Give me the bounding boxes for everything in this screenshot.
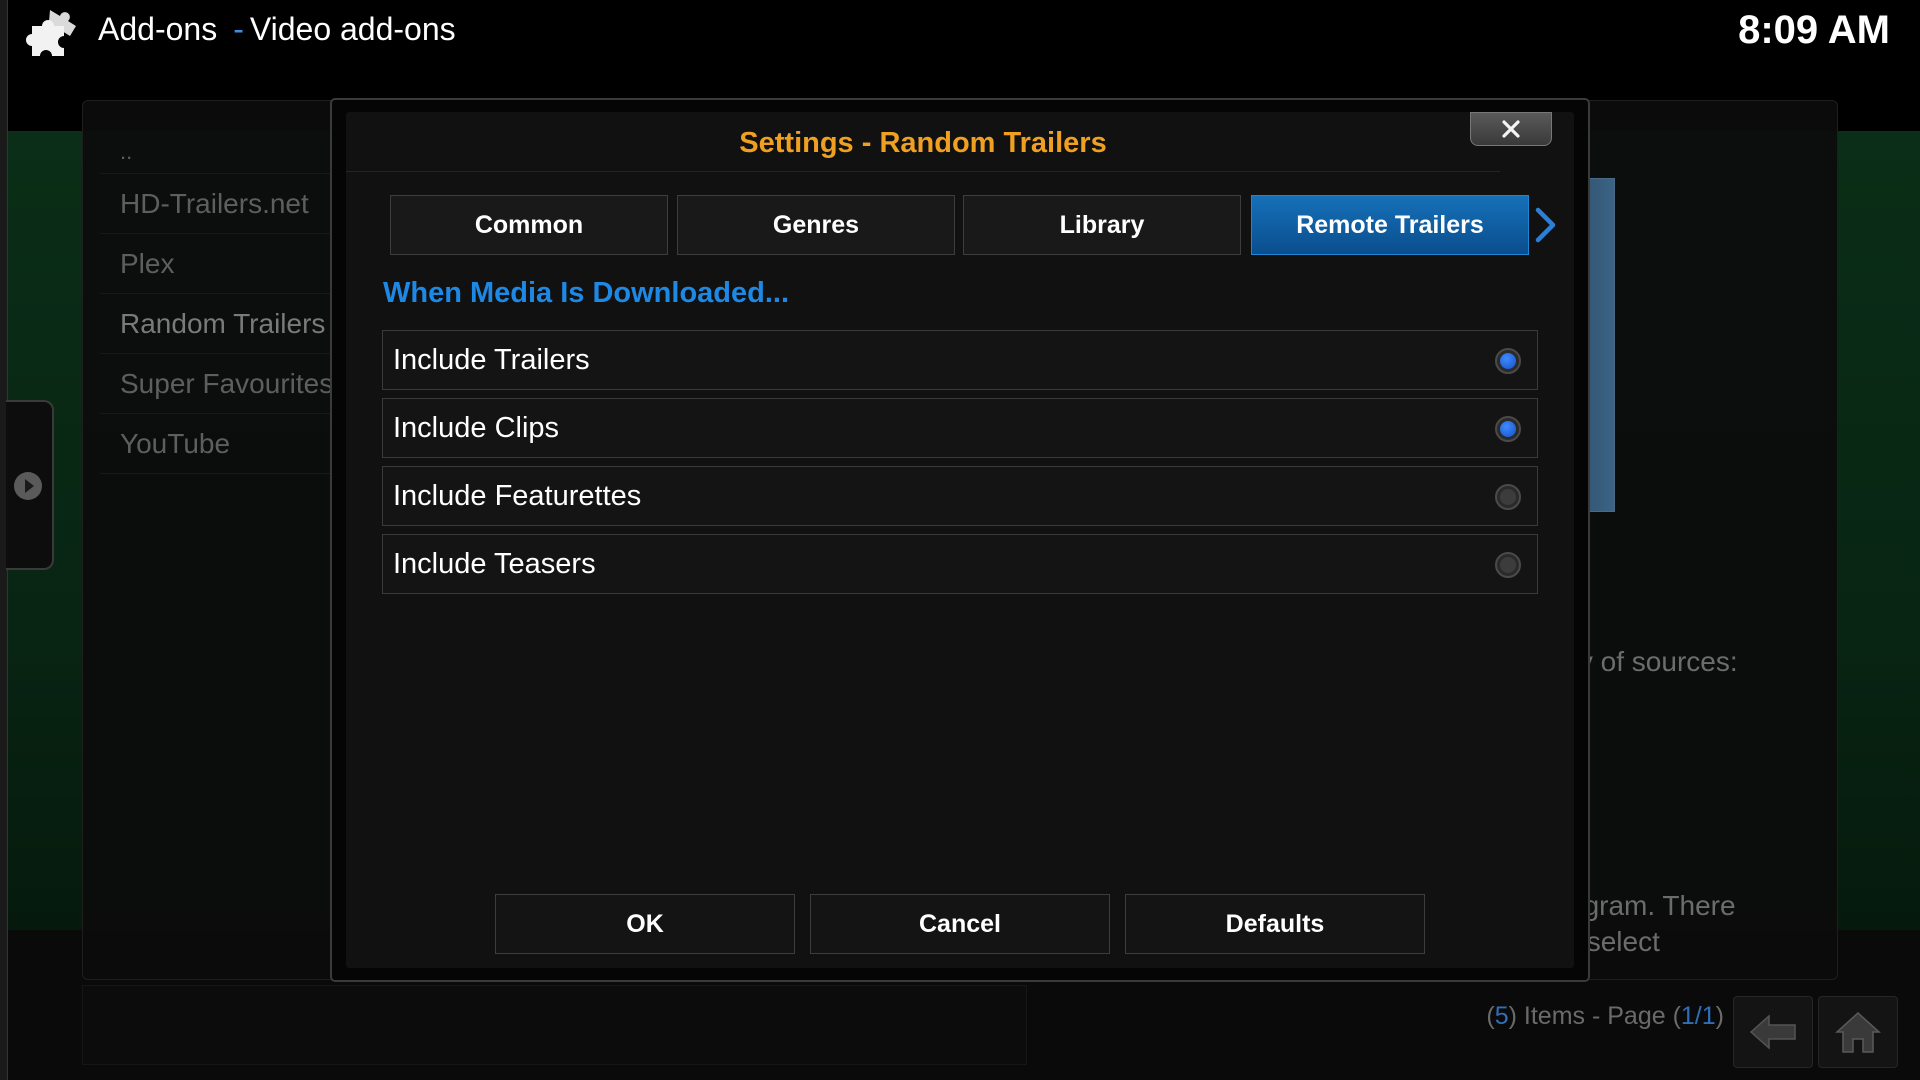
items-count: (5) Items - Page (1/1) [1486, 1002, 1724, 1031]
tab-remote-trailers[interactable]: Remote Trailers [1251, 195, 1529, 255]
option-include-teasers[interactable]: Include Teasers [382, 534, 1538, 594]
defaults-button[interactable]: Defaults [1125, 894, 1425, 954]
close-icon [1502, 120, 1520, 138]
list-item[interactable]: YouTube [100, 414, 340, 474]
breadcrumb-section: Add-ons [98, 11, 218, 47]
option-label: Include Clips [393, 412, 560, 444]
back-button[interactable] [1733, 996, 1813, 1068]
list-item[interactable]: Plex [100, 234, 340, 294]
side-menu-arrow-icon[interactable] [14, 472, 42, 500]
breadcrumb-subsection: Video add-ons [249, 11, 456, 47]
radio-on-icon[interactable] [1495, 348, 1521, 374]
puzzle-piece-icon [26, 10, 76, 56]
top-bar: Add-ons - Video add-ons 8:09 AM [0, 0, 1920, 100]
items-open: ( [1486, 1002, 1495, 1030]
option-include-featurettes[interactable]: Include Featurettes [382, 466, 1538, 526]
home-icon [1835, 1011, 1881, 1053]
list-item[interactable]: HD-Trailers.net [100, 174, 340, 234]
clock: 8:09 AM [1738, 8, 1890, 52]
option-label: Include Teasers [393, 548, 596, 580]
tab-scroll-right-icon[interactable] [1533, 207, 1559, 243]
tab-common[interactable]: Common [390, 195, 668, 255]
option-label: Include Trailers [393, 344, 590, 376]
items-number: 5 [1494, 1002, 1509, 1030]
cancel-button[interactable]: Cancel [810, 894, 1110, 954]
option-include-clips[interactable]: Include Clips [382, 398, 1538, 458]
option-include-trailers[interactable]: Include Trailers [382, 330, 1538, 390]
ok-button[interactable]: OK [495, 894, 795, 954]
breadcrumb: Add-ons - Video add-ons [98, 11, 456, 48]
section-title: When Media Is Downloaded... [383, 277, 790, 309]
radio-off-icon[interactable] [1495, 484, 1521, 510]
back-arrow-icon [1749, 1014, 1796, 1050]
footer-bar-right [1060, 985, 1520, 1065]
footer-bar [82, 985, 1027, 1065]
page-number: 1/1 [1680, 1002, 1716, 1030]
list-item-parent[interactable]: .. [100, 130, 340, 174]
settings-tabs: Common Genres Library Remote Trailers [390, 195, 1530, 255]
tab-genres[interactable]: Genres [677, 195, 955, 255]
option-label: Include Featurettes [393, 480, 642, 512]
list-item[interactable]: Super Favourites [100, 354, 340, 414]
items-mid: ) Items - Page ( [1508, 1002, 1681, 1030]
radio-on-icon[interactable] [1495, 416, 1521, 442]
items-close: ) [1715, 1002, 1724, 1030]
addon-list: .. HD-Trailers.net Plex Random Trailers … [100, 130, 340, 474]
settings-options: Include Trailers Include Clips Include F… [382, 330, 1538, 602]
dialog-title: Settings - Random Trailers [346, 114, 1500, 172]
list-item[interactable]: Random Trailers [100, 294, 340, 354]
close-button[interactable] [1470, 112, 1552, 146]
tab-library[interactable]: Library [963, 195, 1241, 255]
radio-off-icon[interactable] [1495, 552, 1521, 578]
home-button[interactable] [1818, 996, 1898, 1068]
breadcrumb-separator: - [233, 11, 244, 47]
